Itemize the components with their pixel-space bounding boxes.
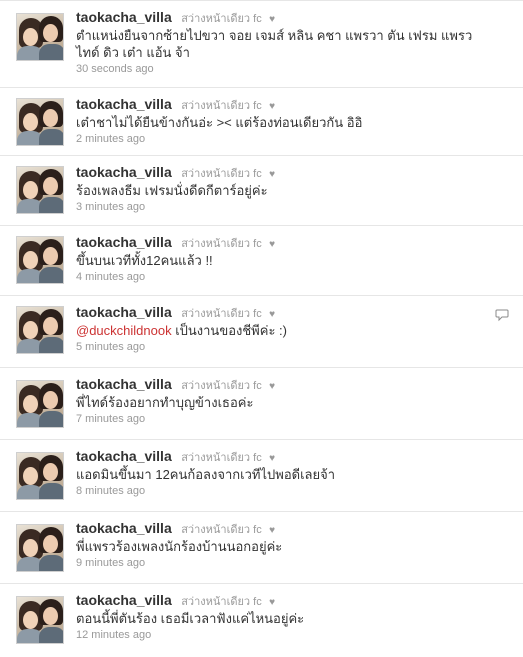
tweet-text-line: ไทด์ ดิว เต๋า แอ้น จ้า [76,45,190,60]
tweet-username[interactable]: taokacha_villa [76,376,172,392]
heart-icon: ♥ [269,309,276,320]
tweet-item[interactable]: taokacha_villa สว่างหน้าเดียว fc ♥ @duck… [0,296,523,368]
tweet-timestamp[interactable]: 4 minutes ago [76,271,505,283]
tweet-text: ตอนนี้พี่ตันร้อง เธอมีเวลาฟังแค่ไหนอยู่ค… [76,610,505,627]
tweet-timestamp[interactable]: 5 minutes ago [76,341,505,353]
tweet-text: ตำแหน่งยืนจากซ้ายไปขวา จอย เจมส์ หลิน คช… [76,27,505,61]
tweet-text-line: ขึ้นบนเวทีทั้ง12คนแล้ว !! [76,253,213,268]
tweet-text-line: เต๋าชาไม่ได้ยืนข้างกันอ่ะ >< แต่ร้องท่อน… [76,115,363,130]
tweet-item[interactable]: taokacha_villa สว่างหน้าเดียว fc ♥ พี่แพ… [0,512,523,584]
tweet-username[interactable]: taokacha_villa [76,164,172,180]
tweet-text: ร้องเพลงธีม เฟรมนั่งดีดกีตาร์อยู่ค่ะ [76,182,505,199]
avatar[interactable] [16,236,64,284]
tweet-username[interactable]: taokacha_villa [76,520,172,536]
tweet-display-name: สว่างหน้าเดียว fc [181,238,262,250]
tweet-timestamp[interactable]: 9 minutes ago [76,557,505,569]
tweet-timeline: taokacha_villa สว่างหน้าเดียว fc ♥ ตำแหน… [0,0,523,657]
tweet-display-name: สว่างหน้าเดียว fc [181,380,262,392]
heart-icon: ♥ [269,169,276,180]
tweet-text-line: เป็นงานของชีพีค่ะ :) [171,323,287,338]
avatar[interactable] [16,13,64,61]
tweet-display-name: สว่างหน้าเดียว fc [181,524,262,536]
tweet-text-line: พี่ไทด์ร้องอยากทำบุญข้างเธอค่ะ [76,395,254,410]
tweet-text: @duckchildnook เป็นงานของชีพีค่ะ :) [76,322,505,339]
tweet-timestamp[interactable]: 7 minutes ago [76,413,505,425]
heart-icon: ♥ [269,453,276,464]
tweet-item[interactable]: taokacha_villa สว่างหน้าเดียว fc ♥ ตำแหน… [0,0,523,88]
tweet-timestamp[interactable]: 8 minutes ago [76,485,505,497]
tweet-username[interactable]: taokacha_villa [76,592,172,608]
tweet-text-line: พี่แพรวร้องเพลงนักร้องบ้านนอกอยู่ค่ะ [76,539,283,554]
speech-bubble-icon[interactable] [495,308,509,322]
tweet-text: พี่แพรวร้องเพลงนักร้องบ้านนอกอยู่ค่ะ [76,538,505,555]
tweet-text-line: แอดมินขึ้นมา 12คนก้อลงจากเวทีไปพอดีเลยจ้… [76,467,336,482]
avatar[interactable] [16,596,64,644]
tweet-timestamp[interactable]: 30 seconds ago [76,63,505,75]
tweet-text: แอดมินขึ้นมา 12คนก้อลงจากเวทีไปพอดีเลยจ้… [76,466,505,483]
tweet-display-name: สว่างหน้าเดียว fc [181,100,262,112]
tweet-display-name: สว่างหน้าเดียว fc [181,168,262,180]
tweet-display-name: สว่างหน้าเดียว fc [181,596,262,608]
tweet-username[interactable]: taokacha_villa [76,9,172,25]
heart-icon: ♥ [269,239,276,250]
avatar[interactable] [16,306,64,354]
tweet-item[interactable]: taokacha_villa สว่างหน้าเดียว fc ♥ ขึ้นบ… [0,226,523,296]
tweet-text: ขึ้นบนเวทีทั้ง12คนแล้ว !! [76,252,505,269]
tweet-timestamp[interactable]: 12 minutes ago [76,629,505,641]
tweet-timestamp[interactable]: 2 minutes ago [76,133,505,145]
tweet-username[interactable]: taokacha_villa [76,234,172,250]
avatar[interactable] [16,524,64,572]
tweet-display-name: สว่างหน้าเดียว fc [181,308,262,320]
avatar[interactable] [16,380,64,428]
heart-icon: ♥ [269,381,276,392]
tweet-display-name: สว่างหน้าเดียว fc [181,13,262,25]
tweet-username[interactable]: taokacha_villa [76,96,172,112]
tweet-text-line: ร้องเพลงธีม เฟรมนั่งดีดกีตาร์อยู่ค่ะ [76,183,268,198]
avatar[interactable] [16,452,64,500]
tweet-item[interactable]: taokacha_villa สว่างหน้าเดียว fc ♥ ตอนนี… [0,584,523,657]
tweet-text-line: ตอนนี้พี่ตันร้อง เธอมีเวลาฟังแค่ไหนอยู่ค… [76,611,305,626]
mention-link[interactable]: @duckchildnook [76,323,172,338]
heart-icon: ♥ [269,597,276,608]
heart-icon: ♥ [269,14,276,25]
tweet-text: เต๋าชาไม่ได้ยืนข้างกันอ่ะ >< แต่ร้องท่อน… [76,114,505,131]
tweet-text: พี่ไทด์ร้องอยากทำบุญข้างเธอค่ะ [76,394,505,411]
tweet-username[interactable]: taokacha_villa [76,304,172,320]
tweet-username[interactable]: taokacha_villa [76,448,172,464]
tweet-display-name: สว่างหน้าเดียว fc [181,452,262,464]
tweet-text-line: ตำแหน่งยืนจากซ้ายไปขวา จอย เจมส์ หลิน คช… [76,28,473,43]
heart-icon: ♥ [269,525,276,536]
tweet-item[interactable]: taokacha_villa สว่างหน้าเดียว fc ♥ ร้องเ… [0,156,523,226]
heart-icon: ♥ [269,101,276,112]
tweet-timestamp[interactable]: 3 minutes ago [76,201,505,213]
avatar[interactable] [16,98,64,146]
tweet-item[interactable]: taokacha_villa สว่างหน้าเดียว fc ♥ พี่ไท… [0,368,523,440]
tweet-item[interactable]: taokacha_villa สว่างหน้าเดียว fc ♥ เต๋าช… [0,88,523,156]
avatar[interactable] [16,166,64,214]
tweet-item[interactable]: taokacha_villa สว่างหน้าเดียว fc ♥ แอดมิ… [0,440,523,512]
